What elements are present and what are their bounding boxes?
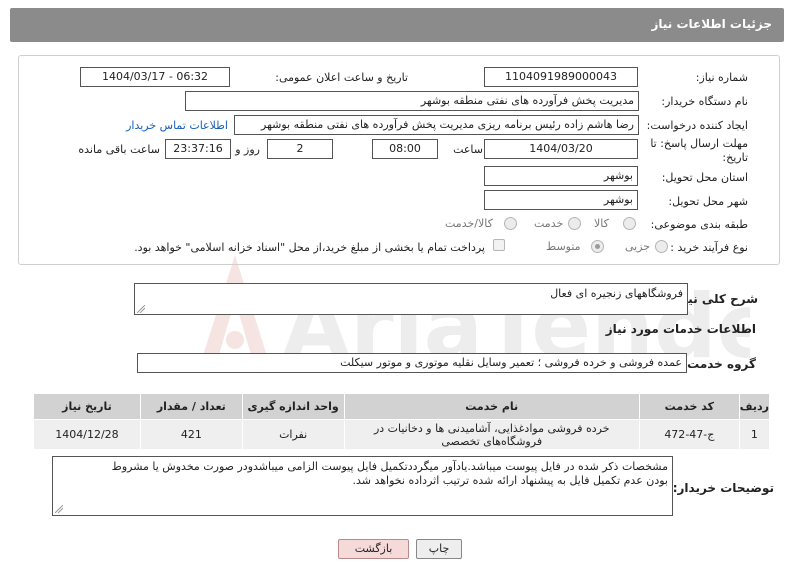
cell-name-line1: خرده فروشی موادغذایی، آشامیدنی ها و دخان… [373, 421, 610, 435]
treasury-payment-checkbox[interactable] [493, 239, 505, 251]
cell-date: 1404/12/28 [33, 419, 141, 450]
table-header-row: ردیف کد خدمت نام خدمت واحد اندازه گیری ت… [33, 393, 771, 420]
resize-handle-icon[interactable] [55, 505, 63, 513]
creator-label: ایجاد کننده درخواست: [646, 119, 748, 132]
announce-date-label: تاریخ و ساعت اعلان عمومی: [275, 71, 408, 84]
city-field: بوشهر [484, 190, 638, 210]
announce-date-field: 1404/03/17 - 06:32 [80, 67, 230, 87]
back-button[interactable]: بازگشت [338, 539, 409, 559]
treasury-payment-note: پرداخت تمام یا بخشی از مبلغ خرید،از محل … [134, 241, 485, 254]
col-unit: واحد اندازه گیری [241, 393, 345, 420]
buyer-notes-line1: مشخصات ذکر شده در فایل پیوست میباشد.یادآ… [111, 460, 668, 473]
buyer-notes-field: مشخصات ذکر شده در فایل پیوست میباشد.یادآ… [52, 456, 673, 516]
cell-name: خرده فروشی موادغذایی، آشامیدنی ها و دخان… [343, 419, 640, 450]
cell-row: 1 [738, 419, 771, 450]
remaining-label: ساعت باقی مانده [78, 143, 160, 156]
contact-buyer-link[interactable]: اطلاعات تماس خریدار [126, 119, 228, 132]
col-qty: تعداد / مقدار [139, 393, 243, 420]
col-row: ردیف [738, 393, 771, 420]
category-goods-label: کالا [594, 217, 609, 230]
province-label: استان محل تحویل: [661, 171, 748, 184]
purchase-medium-label: متوسط [546, 240, 581, 253]
table-row: 1 ج-47-472 خرده فروشی موادغذایی، آشامیدن… [33, 419, 771, 450]
purchase-medium-radio[interactable] [591, 240, 604, 253]
creator-field: رضا هاشم زاده رئیس برنامه ریزی مدیریت پخ… [234, 115, 639, 135]
buyer-org-label: نام دستگاه خریدار: [661, 95, 748, 108]
deadline-date-field: 1404/03/20 [484, 139, 638, 159]
buyer-org-field: مدیریت پخش فرآورده های نفتی منطقه بوشهر [185, 91, 639, 111]
remaining-days-field: 2 [267, 139, 333, 159]
buyer-notes-line2: بودن عدم تکمیل فایل به پیشنهاد ارائه شده… [352, 474, 669, 487]
print-button[interactable]: چاپ [416, 539, 462, 559]
category-label: طبقه بندی موضوعی: [650, 218, 748, 231]
col-date: تاریخ نیاز [33, 393, 141, 420]
need-number-label: شماره نیاز: [695, 71, 748, 84]
category-service-radio[interactable] [568, 217, 581, 230]
cell-name-line2: فروشگاه‌های تخصصی [441, 434, 543, 448]
category-service-label: خدمت [534, 217, 564, 230]
deadline-time-field: 08:00 [372, 139, 438, 159]
deadline-time-label: ساعت [453, 143, 483, 156]
services-section-title: اطلاعات خدمات مورد نیاز [605, 322, 756, 336]
col-code: کد خدمت [638, 393, 740, 420]
cell-code: ج-47-472 [638, 419, 740, 450]
remaining-time-field: 23:37:16 [165, 139, 231, 159]
resize-handle-icon[interactable] [137, 305, 145, 313]
category-goods-service-radio[interactable] [504, 217, 517, 230]
deadline-label-line1: مهلت ارسال پاسخ: تا [650, 137, 748, 150]
purchase-minor-label: جزیی [625, 240, 651, 253]
province-field: بوشهر [484, 166, 638, 186]
days-label: روز و [235, 143, 260, 156]
buyer-notes-label: توضیحات خریدار: [672, 481, 774, 495]
need-number-field: 1104091989000043 [484, 67, 638, 87]
category-goods-radio[interactable] [623, 217, 636, 230]
category-goods-service-label: کالا/خدمت [445, 217, 493, 230]
cell-qty: 421 [139, 419, 243, 450]
cell-unit: نفرات [241, 419, 345, 450]
city-label: شهر محل تحویل: [668, 195, 748, 208]
summary-field: فروشگاههای زنجیره ای فعال [134, 283, 688, 315]
purchase-minor-radio[interactable] [655, 240, 668, 253]
col-name: نام خدمت [343, 393, 640, 420]
services-table: ردیف کد خدمت نام خدمت واحد اندازه گیری ت… [33, 393, 771, 450]
purchase-type-label: نوع فرآیند خرید : [670, 241, 748, 254]
page-header: جزئیات اطلاعات نیاز [10, 8, 784, 42]
service-group-field: عمده فروشی و خرده فروشی ؛ تعمیر وسایل نق… [137, 353, 687, 373]
service-group-label: گروه خدمت: [682, 357, 756, 371]
deadline-label-line2: تاریخ: [722, 151, 748, 164]
page-title: جزئیات اطلاعات نیاز [651, 17, 772, 31]
